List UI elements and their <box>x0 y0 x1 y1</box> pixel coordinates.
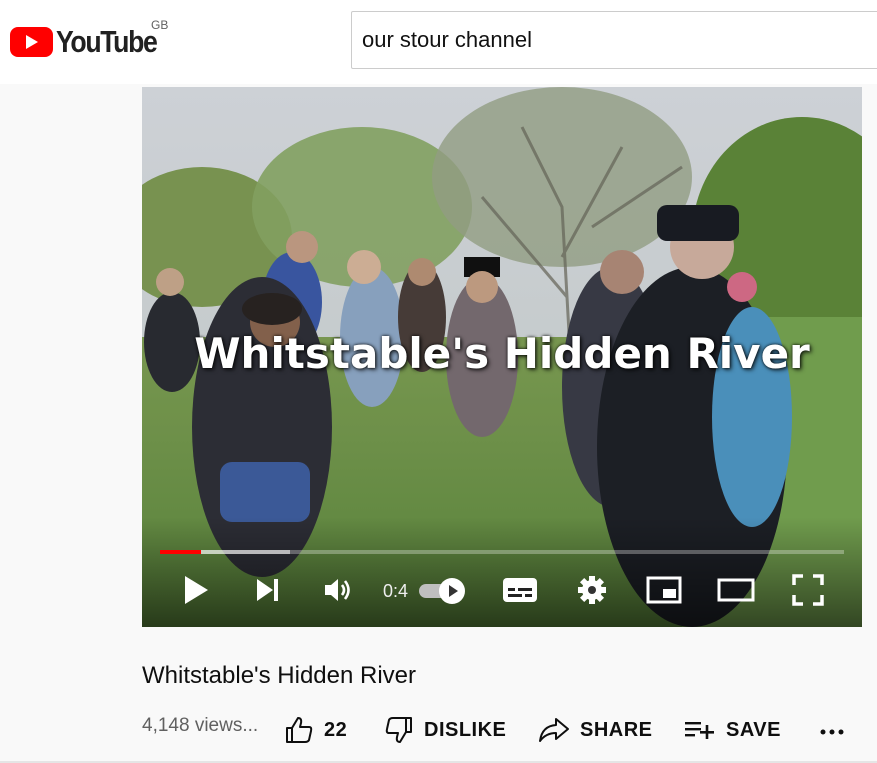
share-label: SHARE <box>580 718 653 741</box>
next-button[interactable] <box>250 572 286 608</box>
fullscreen-button[interactable] <box>788 572 828 608</box>
autoplay-toggle[interactable] <box>419 578 467 604</box>
like-count: 22 <box>324 718 348 741</box>
youtube-logo-icon <box>10 27 53 57</box>
next-icon <box>257 579 278 601</box>
playlist-add-icon <box>685 722 714 739</box>
thumbs-down-icon <box>385 717 412 743</box>
save-button[interactable]: SAVE <box>684 712 781 748</box>
theater-mode-icon <box>717 578 755 602</box>
more-actions-button[interactable] <box>818 718 846 746</box>
volume-button[interactable] <box>320 572 356 608</box>
brand-name: YouTube <box>56 24 158 59</box>
search-input[interactable] <box>351 11 877 69</box>
country-code: GB <box>151 18 169 32</box>
progress-bar[interactable] <box>160 550 844 554</box>
autoplay-knob <box>439 578 465 604</box>
miniplayer-button[interactable] <box>644 572 684 608</box>
volume-icon <box>325 579 350 601</box>
settings-button[interactable] <box>574 572 610 608</box>
video-player[interactable]: Whitstable's Hidden River 0:4 <box>142 87 862 627</box>
dislike-label: DISLIKE <box>424 718 507 741</box>
view-count[interactable]: 4,148 views... <box>142 715 258 737</box>
dislike-button[interactable]: DISLIKE <box>384 712 506 748</box>
save-label: SAVE <box>726 718 781 741</box>
video-title: Whitstable's Hidden River <box>142 662 417 689</box>
more-horizontal-icon <box>820 729 844 735</box>
share-icon <box>539 718 569 742</box>
fullscreen-icon <box>792 574 824 606</box>
video-overlay-title: Whitstable's Hidden River <box>194 329 810 378</box>
gear-icon <box>578 576 606 604</box>
masthead: YouTube GB <box>0 0 877 84</box>
like-button[interactable]: 22 <box>284 712 347 748</box>
subtitles-button[interactable] <box>500 572 540 608</box>
subtitles-icon <box>503 578 537 602</box>
play-icon <box>185 576 208 604</box>
progress-played <box>160 550 202 554</box>
theater-mode-button[interactable] <box>714 572 758 608</box>
play-button[interactable] <box>178 572 214 608</box>
time-display: 0:4 <box>383 581 409 601</box>
share-button[interactable]: SHARE <box>538 712 653 748</box>
miniplayer-icon <box>646 576 682 604</box>
thumbs-up-icon <box>286 717 313 743</box>
youtube-logo[interactable]: YouTube <box>10 24 173 59</box>
